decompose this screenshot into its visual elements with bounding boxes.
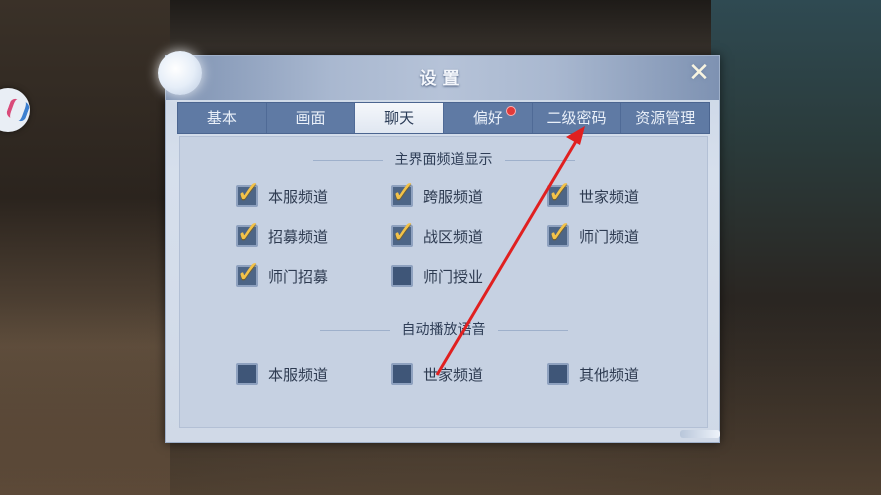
divider [497,329,568,331]
panel-corner-ornament [680,430,720,438]
settings-dialog: 设置 ✕ 基本 画面 聊天 偏好 二级密码 资源管理 主界面频道显示 本服频道 … [158,51,720,443]
notification-dot-icon [505,106,516,116]
checkbox-label: 跨服频道 [423,187,484,206]
chat-settings-panel: 主界面频道显示 本服频道 跨服频道 世家频道 招募频道 战区频道 师门频道 [179,136,708,428]
checkbox-box[interactable] [547,363,569,385]
checkbox-label: 世家频道 [423,365,484,384]
dialog-header: 设置 ✕ [158,51,719,100]
checkbox-box[interactable] [236,215,261,250]
tab-preferences[interactable]: 偏好 [444,103,533,133]
tab-label: 二级密码 [546,109,607,127]
section-title-text: 主界面频道显示 [394,152,493,168]
section-title-text: 自动播放语音 [401,322,486,338]
checkbox-family-channel[interactable]: 世家频道 [547,175,640,210]
background-top-scene [170,0,711,60]
tab-graphics[interactable]: 画面 [267,103,356,133]
tab-label: 偏好 [472,109,503,127]
divider [319,329,390,331]
settings-tabs: 基本 画面 聊天 偏好 二级密码 资源管理 [177,102,710,134]
tab-label: 画面 [295,109,326,127]
checkbox-box[interactable] [236,175,261,210]
tab-label: 聊天 [384,109,415,127]
checkbox-label: 本服频道 [268,365,329,384]
checkbox-main-server-channel[interactable]: 本服频道 [236,175,329,210]
checkbox-label: 其他频道 [579,365,640,384]
divider [312,159,383,161]
checkbox-box[interactable] [391,175,416,210]
tab-label: 基本 [206,109,237,127]
checkbox-box[interactable] [547,215,572,250]
divider [504,159,575,161]
checkbox-box[interactable] [391,265,413,287]
checkbox-box[interactable] [547,175,572,210]
checkbox-label: 师门授业 [423,267,484,286]
checkbox-label: 本服频道 [268,187,329,206]
checkbox-sect-recruit[interactable]: 师门招募 [236,255,329,290]
checkbox-voice-family[interactable]: 世家频道 [391,361,483,387]
close-icon[interactable]: ✕ [684,58,714,88]
checkbox-box[interactable] [236,363,258,385]
checkbox-label: 师门招募 [268,267,329,286]
checkbox-box[interactable] [391,215,416,250]
checkbox-voice-other[interactable]: 其他频道 [547,361,639,387]
section-channel-display-heading: 主界面频道显示 [180,149,707,169]
tab-secondary-password[interactable]: 二级密码 [533,103,622,133]
tab-label: 资源管理 [635,109,696,127]
checkbox-sect-channel[interactable]: 师门频道 [547,215,640,250]
checkbox-sect-teaching[interactable]: 师门授业 [391,263,483,289]
checkbox-box[interactable] [391,363,413,385]
checkbox-label: 世家频道 [579,187,640,206]
checkbox-label: 招募频道 [268,227,329,246]
checkbox-war-zone-channel[interactable]: 战区频道 [391,215,484,250]
checkbox-label: 战区频道 [423,227,484,246]
section-auto-voice-heading: 自动播放语音 [180,319,707,339]
tab-resource-management[interactable]: 资源管理 [621,103,709,133]
tab-chat[interactable]: 聊天 [355,103,445,133]
checkbox-box[interactable] [236,255,261,290]
dialog-title: 设置 [419,69,466,89]
checkbox-label: 师门频道 [579,227,640,246]
tab-basic[interactable]: 基本 [178,103,267,133]
checkbox-recruit-channel[interactable]: 招募频道 [236,215,329,250]
checkbox-voice-main-server[interactable]: 本服频道 [236,361,328,387]
checkbox-cross-server-channel[interactable]: 跨服频道 [391,175,484,210]
